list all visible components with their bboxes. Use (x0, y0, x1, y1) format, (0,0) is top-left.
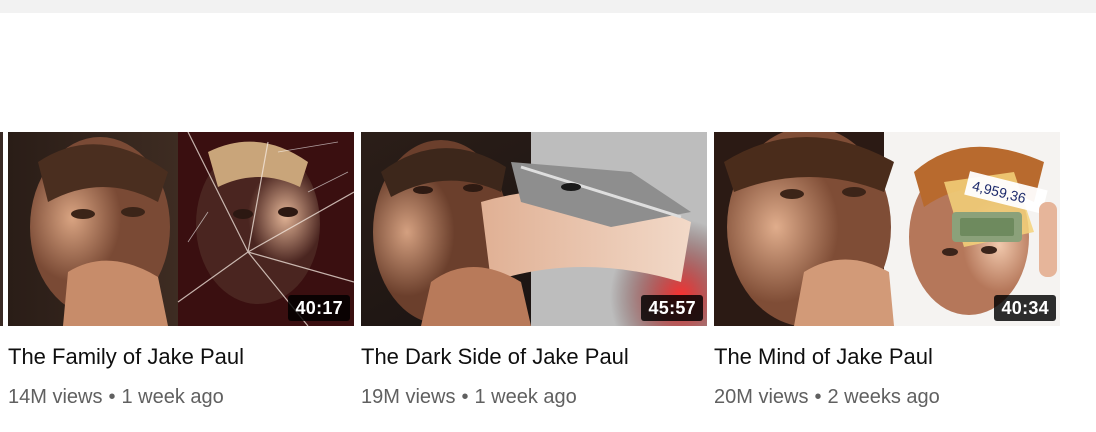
previous-thumbnail-edge[interactable] (0, 132, 3, 326)
video-title[interactable]: The Family of Jake Paul (8, 343, 354, 371)
video-card[interactable]: 40:17 The Family of Jake Paul 14M views •… (8, 132, 354, 422)
upload-age: 1 week ago (474, 386, 577, 408)
duration-badge: 45:57 (641, 295, 703, 321)
video-title[interactable]: The Dark Side of Jake Paul (361, 343, 707, 371)
view-count: 20M views (714, 386, 809, 408)
video-meta: 20M views • 2 weeks ago (714, 384, 1060, 410)
duration-badge: 40:17 (288, 295, 350, 321)
video-thumbnail[interactable]: 45:57 (361, 132, 707, 326)
meta-separator: • (461, 386, 469, 408)
video-meta: 19M views • 1 week ago (361, 384, 707, 410)
meta-separator: • (814, 386, 822, 408)
top-strip (0, 0, 1096, 13)
video-row: 40:17 The Family of Jake Paul 14M views •… (8, 132, 1088, 422)
view-count: 14M views (8, 386, 103, 408)
video-thumbnail[interactable]: 4,959,36 40:34 (714, 132, 1060, 326)
video-card[interactable]: 45:57 The Dark Side of Jake Paul 19M vie… (361, 132, 707, 422)
video-card[interactable]: 4,959,36 40:34 The Mind of Jake Paul 20M… (714, 132, 1060, 422)
meta-separator: • (108, 386, 116, 408)
view-count: 19M views (361, 386, 456, 408)
duration-badge: 40:34 (994, 295, 1056, 321)
video-thumbnail[interactable]: 40:17 (8, 132, 354, 326)
video-title[interactable]: The Mind of Jake Paul (714, 343, 1060, 371)
video-meta: 14M views • 1 week ago (8, 384, 354, 410)
upload-age: 2 weeks ago (827, 386, 940, 408)
upload-age: 1 week ago (121, 386, 224, 408)
